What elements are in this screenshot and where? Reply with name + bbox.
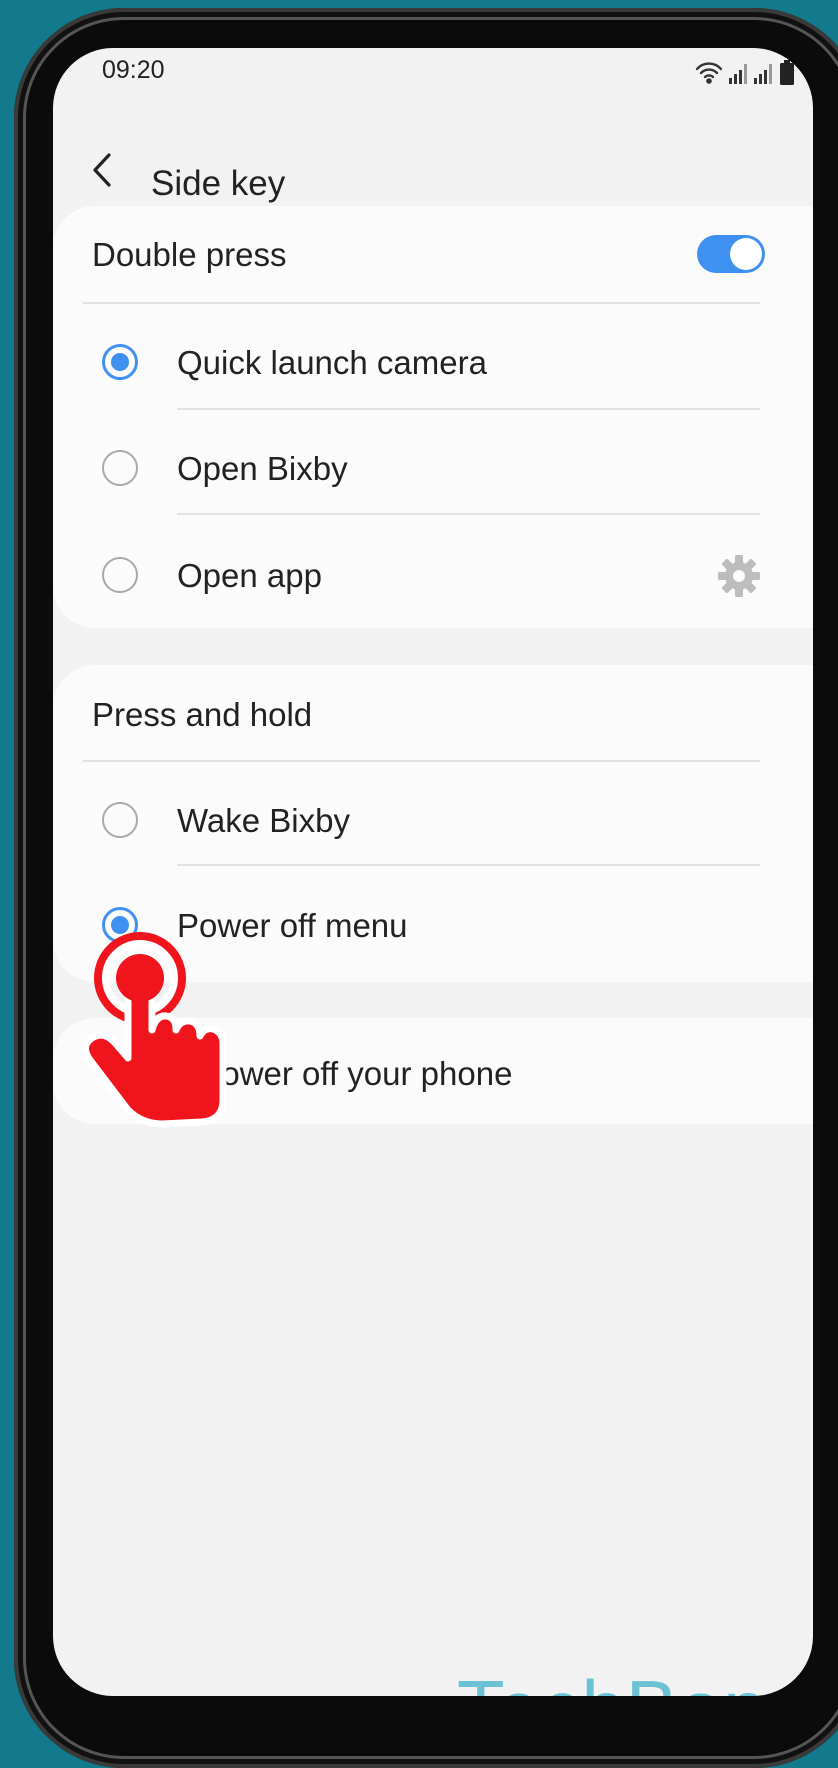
option-quick-launch-camera[interactable]: Quick launch camera bbox=[177, 344, 487, 382]
divider bbox=[177, 408, 760, 410]
option-wake-bixby[interactable]: Wake Bixby bbox=[177, 802, 350, 840]
double-press-card: Double press Quick launch camera Open Bi… bbox=[53, 206, 813, 628]
press-and-hold-title: Press and hold bbox=[92, 696, 313, 733]
radio-wake-bixby[interactable] bbox=[102, 802, 138, 838]
watermark: TechBone bbox=[457, 1663, 812, 1696]
radio-quick-launch-camera[interactable] bbox=[102, 344, 138, 380]
option-open-bixby[interactable]: Open Bixby bbox=[177, 450, 348, 488]
divider bbox=[83, 760, 760, 762]
page-title: Side key bbox=[151, 164, 286, 203]
gear-icon[interactable] bbox=[717, 554, 761, 598]
hint-text[interactable]: power off your phone bbox=[203, 1055, 512, 1093]
back-arrow-icon[interactable] bbox=[89, 152, 119, 188]
wifi-icon bbox=[695, 62, 723, 84]
double-press-toggle[interactable] bbox=[697, 235, 765, 273]
divider bbox=[83, 302, 760, 304]
phone-screen: 09:20 Side key Double press Quick launch… bbox=[53, 48, 813, 1696]
tap-hand-icon bbox=[82, 932, 227, 1128]
battery-icon bbox=[780, 60, 794, 85]
app-header: Side key bbox=[53, 118, 813, 218]
signal-icon bbox=[754, 64, 772, 84]
status-time: 09:20 bbox=[102, 56, 165, 84]
option-open-app[interactable]: Open app bbox=[177, 557, 322, 595]
radio-open-bixby[interactable] bbox=[102, 450, 138, 486]
divider bbox=[177, 864, 760, 866]
status-bar: 09:20 bbox=[53, 48, 813, 98]
radio-open-app[interactable] bbox=[102, 557, 138, 593]
signal-icon bbox=[729, 64, 747, 84]
status-icons bbox=[695, 60, 794, 85]
double-press-title: Double press bbox=[92, 236, 287, 273]
divider bbox=[177, 513, 760, 515]
